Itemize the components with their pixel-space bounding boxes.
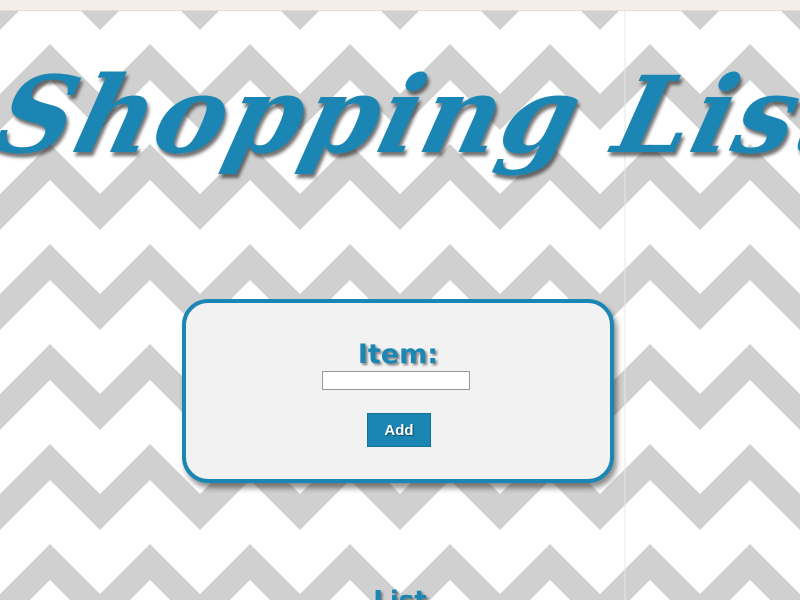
page-title: Shopping List [0,52,800,177]
add-item-form: Item: Add [182,299,614,483]
item-input[interactable] [322,371,470,390]
add-button[interactable]: Add [367,413,431,447]
item-label: Item: [357,339,439,370]
list-heading: List [0,586,800,600]
top-browser-strip [0,0,800,11]
